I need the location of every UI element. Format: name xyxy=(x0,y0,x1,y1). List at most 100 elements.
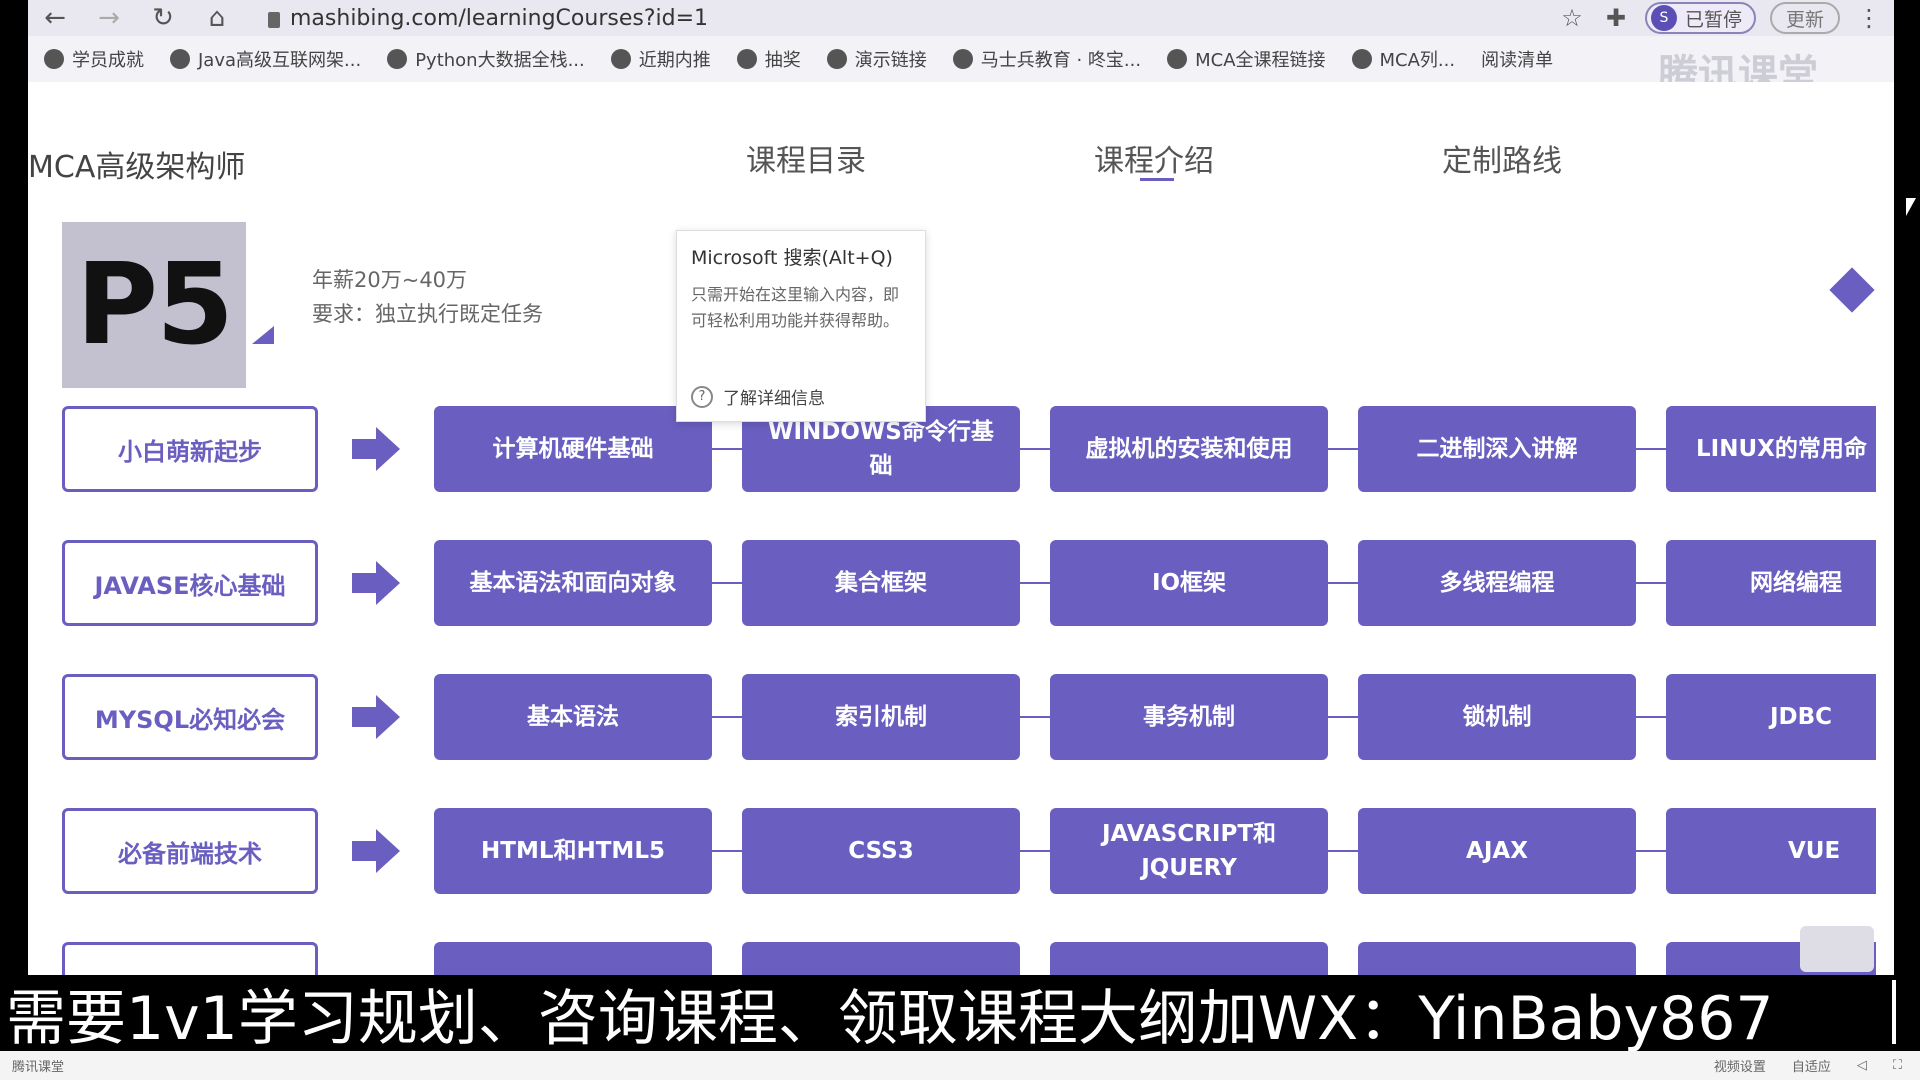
requirement-text: 要求：独立执行既定任务 xyxy=(312,302,543,326)
tooltip-learn-more[interactable]: ? 了解详细信息 xyxy=(691,384,825,409)
tooltip-body: 只需开始在这里输入内容，即可轻松利用功能并获得帮助。 xyxy=(691,285,900,330)
address-bar[interactable]: mashibing.com/learningCourses?id=1 xyxy=(268,2,708,34)
mouse-cursor-icon xyxy=(1906,198,1916,216)
course-card[interactable]: CSS3 xyxy=(742,808,1020,894)
bookmark-item[interactable]: 马士兵教育 · 咚宝... xyxy=(952,46,1142,72)
extensions-icon[interactable]: ✚ xyxy=(1601,3,1631,33)
course-card[interactable]: 虚拟机的安装和使用 xyxy=(1050,406,1328,492)
arrow-right-icon xyxy=(352,561,400,605)
level-badge: P5 xyxy=(62,222,246,388)
tooltip-title: Microsoft 搜索(Alt+Q) xyxy=(691,247,893,269)
course-card[interactable]: 集合框架 xyxy=(742,540,1020,626)
row-label[interactable]: MYSQL必知必会 xyxy=(62,674,318,760)
bookmark-item[interactable]: 近期内推 xyxy=(610,46,711,72)
course-card[interactable]: 网络编程 xyxy=(1666,540,1876,626)
bookmark-item[interactable]: MCA列... xyxy=(1351,46,1456,72)
sync-paused-label: 已暂停 xyxy=(1684,8,1742,31)
bookmark-icon xyxy=(170,49,190,69)
bookmark-label: 学员成就 xyxy=(72,50,144,71)
bookmark-label: 演示链接 xyxy=(854,50,927,71)
arrow-right-icon xyxy=(352,829,400,873)
tab-catalog[interactable]: 课程目录 xyxy=(746,136,866,180)
help-icon: ? xyxy=(691,385,713,408)
bookmark-label: MCA列... xyxy=(1379,50,1456,71)
star-icon[interactable]: ☆ xyxy=(1557,3,1587,33)
update-button[interactable]: 更新 xyxy=(1769,2,1840,34)
bookmarks-bar: 学员成就 Java高级互联网架... Python大数据全栈... 近期内推 抽… xyxy=(28,36,1894,82)
bookmark-item[interactable]: MCA全课程链接 xyxy=(1167,46,1326,72)
bookmark-label: 近期内推 xyxy=(638,50,711,71)
course-row: 必备前端技术 HTML和HTML5 CSS3 JAVASCRIPT和 JQUER… xyxy=(28,808,1894,894)
update-label: 更新 xyxy=(1785,8,1824,31)
row-label[interactable]: JAVASE核心基础 xyxy=(62,540,318,626)
forward-icon[interactable]: → xyxy=(82,0,136,36)
course-card[interactable]: JAVASCRIPT和 JQUERY xyxy=(1050,808,1328,894)
back-icon[interactable]: ← xyxy=(28,0,82,36)
arrow-right-icon xyxy=(352,695,400,739)
course-card[interactable]: 锁机制 xyxy=(1358,674,1636,760)
course-card[interactable]: 事务机制 xyxy=(1050,674,1328,760)
corner-logo xyxy=(1800,926,1874,972)
row-label[interactable]: 必备前端技术 xyxy=(62,808,318,894)
course-row: MYSQL必知必会 基本语法 索引机制 事务机制 锁机制 JDBC xyxy=(28,674,1894,760)
course-card[interactable]: 多线程编程 xyxy=(1358,540,1636,626)
salary-text: 年薪20万~40万 xyxy=(312,268,468,292)
course-card[interactable]: 基本语法 xyxy=(434,674,712,760)
bookmark-label: MCA全课程链接 xyxy=(1195,50,1326,71)
bookmark-icon xyxy=(736,49,757,69)
course-card[interactable]: HTML和HTML5 xyxy=(434,808,712,894)
bookmark-label: 抽奖 xyxy=(764,50,801,71)
banner-edge xyxy=(1892,980,1896,1044)
browser-toolbar: ← → ↻ ⌂ mashibing.com/learningCourses?id… xyxy=(28,0,1894,36)
tab-custom-route[interactable]: 定制路线 xyxy=(1442,136,1562,180)
player-bar: 腾讯课堂 视频设置 自适应 ◁ ⛶ xyxy=(0,1051,1920,1080)
course-card[interactable]: VUE xyxy=(1666,808,1876,894)
bookmark-icon xyxy=(1351,49,1372,69)
lock-icon xyxy=(268,12,280,28)
auto-fit-button[interactable]: 自适应 xyxy=(1792,1056,1831,1075)
bookmark-icon xyxy=(387,49,408,69)
bookmark-item[interactable]: 学员成就 xyxy=(44,46,144,72)
course-card[interactable]: JDBC xyxy=(1666,674,1876,760)
bookmark-icon xyxy=(952,49,973,69)
menu-icon[interactable]: ⋮ xyxy=(1854,3,1884,33)
bookmark-icon xyxy=(1167,49,1188,69)
course-card[interactable]: 二进制深入讲解 xyxy=(1358,406,1636,492)
url-text: mashibing.com/learningCourses?id=1 xyxy=(290,5,709,31)
fullscreen-icon[interactable]: ⛶ xyxy=(1893,1058,1902,1073)
search-tooltip: Microsoft 搜索(Alt+Q) 只需开始在这里输入内容，即可轻松利用功能… xyxy=(676,230,926,422)
video-settings-button[interactable]: 视频设置 xyxy=(1714,1056,1766,1075)
bookmark-icon xyxy=(826,49,847,69)
screen: ← → ↻ ⌂ mashibing.com/learningCourses?id… xyxy=(0,0,1920,1080)
reload-icon[interactable]: ↻ xyxy=(136,0,190,36)
bookmark-label: 马士兵教育 · 咚宝... xyxy=(980,50,1142,71)
bookmark-label: Java高级互联网架... xyxy=(198,50,362,71)
course-card[interactable]: IO框架 xyxy=(1050,540,1328,626)
bookmark-item[interactable]: Java高级互联网架... xyxy=(170,46,361,72)
course-card[interactable]: LINUX的常用命 xyxy=(1666,406,1876,492)
tooltip-link-label: 了解详细信息 xyxy=(723,389,825,409)
row-label[interactable]: 小白萌新起步 xyxy=(62,406,318,492)
bookmark-icon xyxy=(44,49,64,69)
tab-intro[interactable]: 课程介绍 xyxy=(1094,136,1214,180)
bookmark-icon xyxy=(610,49,631,69)
active-tab-indicator xyxy=(1140,178,1174,181)
level-pointer-icon xyxy=(252,326,274,344)
bookmark-item[interactable]: 演示链接 xyxy=(826,46,927,72)
course-row: JAVASE核心基础 基本语法和面向对象 集合框架 IO框架 多线程编程 网络编… xyxy=(28,540,1894,626)
course-row: 小白萌新起步 计算机硬件基础 WINDOWS命令行基 础 虚拟机的安装和使用 二… xyxy=(28,406,1894,492)
course-card[interactable]: AJAX xyxy=(1358,808,1636,894)
course-card[interactable]: 索引机制 xyxy=(742,674,1020,760)
course-card[interactable]: 计算机硬件基础 xyxy=(434,406,712,492)
volume-icon[interactable]: ◁ xyxy=(1857,1058,1867,1073)
course-card[interactable]: 基本语法和面向对象 xyxy=(434,540,712,626)
bookmark-item[interactable]: Python大数据全栈... xyxy=(387,46,585,72)
bookmark-item[interactable]: 阅读清单 xyxy=(1481,46,1553,72)
tab-bar: 课程目录 课程介绍 定制路线 xyxy=(28,144,1894,210)
home-icon[interactable]: ⌂ xyxy=(190,0,244,36)
sync-paused-button[interactable]: S 已暂停 xyxy=(1644,2,1756,34)
player-brand: 腾讯课堂 xyxy=(12,1060,65,1075)
bookmark-item[interactable]: 抽奖 xyxy=(736,46,801,72)
course-page: MCA高级架构师 课程目录 课程介绍 定制路线 P5 年薪20万~40万 要求：… xyxy=(28,82,1894,975)
arrow-right-icon xyxy=(352,427,400,471)
